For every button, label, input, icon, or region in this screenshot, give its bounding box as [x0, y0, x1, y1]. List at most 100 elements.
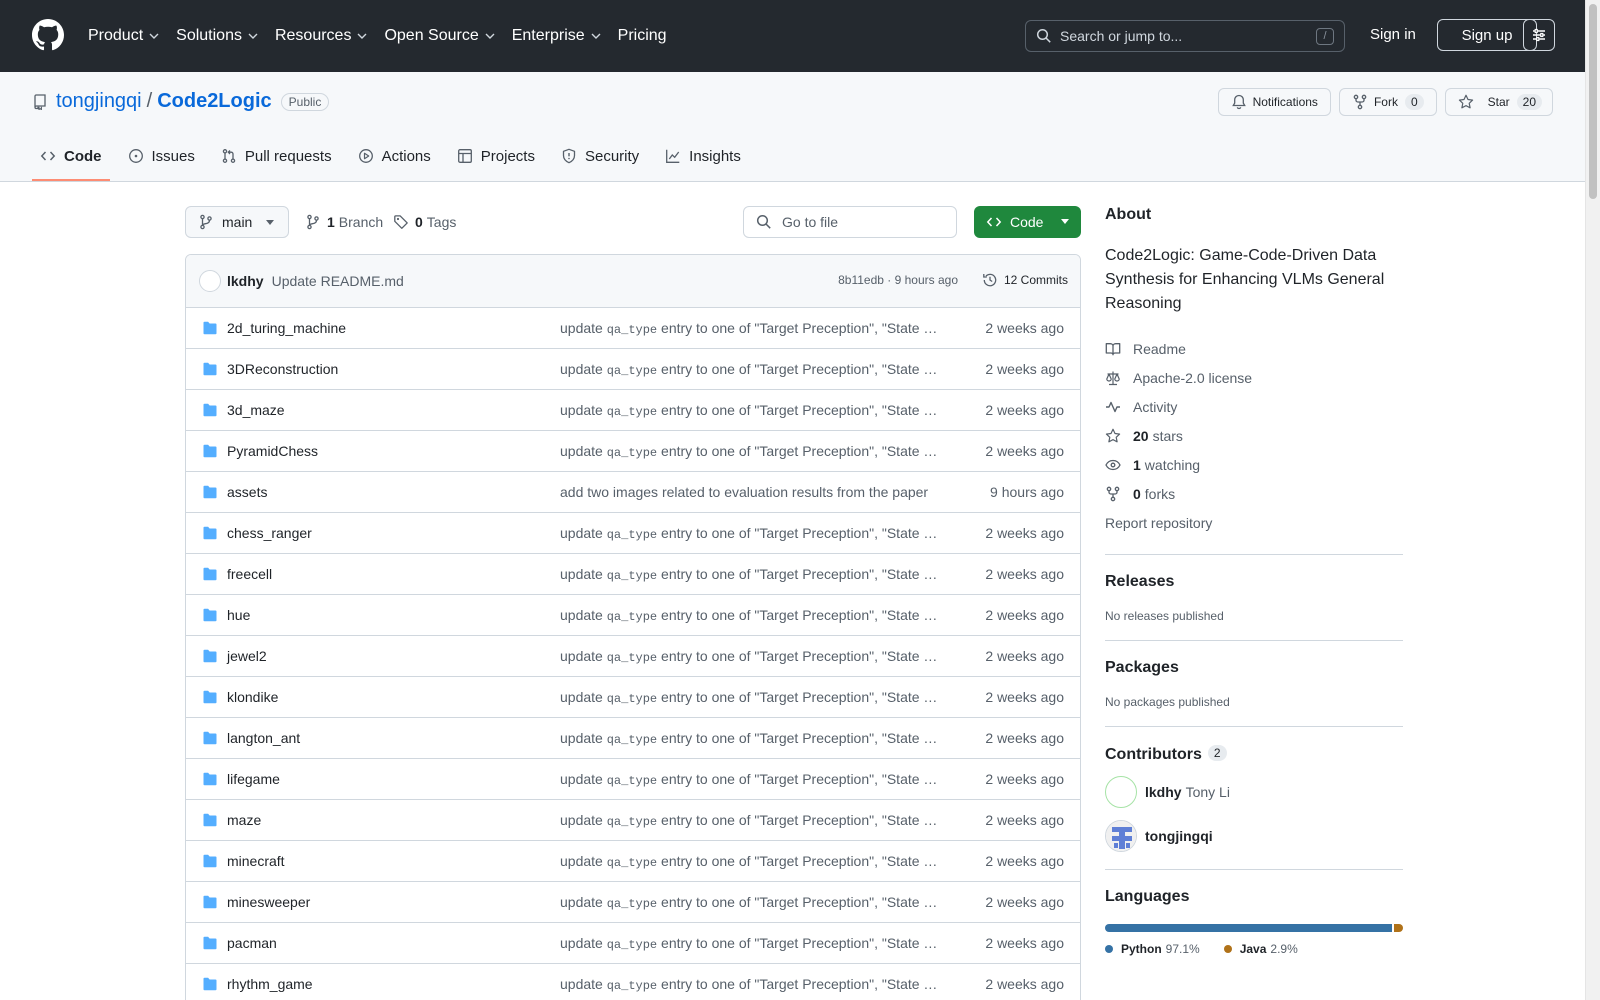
- file-commit-message[interactable]: add two images related to evaluation res…: [560, 484, 940, 501]
- file-row[interactable]: jewel2 update qa_type entry to one of "Ta…: [186, 636, 1080, 677]
- file-row[interactable]: chess_ranger update qa_type entry to one …: [186, 513, 1080, 554]
- file-name-link[interactable]: 3d_maze: [227, 402, 285, 418]
- file-row[interactable]: 2d_turing_machine update qa_type entry to…: [186, 308, 1080, 349]
- nav-enterprise[interactable]: Enterprise: [512, 27, 602, 45]
- file-commit-message[interactable]: update qa_type entry to one of "Target P…: [560, 976, 940, 993]
- nav-open-source[interactable]: Open Source: [384, 27, 495, 45]
- file-row[interactable]: lifegame update qa_type entry to one of "…: [186, 759, 1080, 800]
- file-name-link[interactable]: hue: [227, 607, 250, 623]
- avatar[interactable]: [199, 270, 221, 292]
- language-item[interactable]: Python 97.1%: [1105, 942, 1200, 956]
- file-name-link[interactable]: minecraft: [227, 853, 285, 869]
- tags-link[interactable]: 0 Tags: [393, 214, 456, 230]
- file-name-link[interactable]: 3DReconstruction: [227, 361, 338, 377]
- file-name-link[interactable]: minesweeper: [227, 894, 310, 910]
- file-row[interactable]: pacman update qa_type entry to one of "Ta…: [186, 923, 1080, 964]
- tab-pull-requests[interactable]: Pull requests: [213, 132, 340, 180]
- file-row[interactable]: minesweeper update qa_type entry to one o…: [186, 882, 1080, 923]
- file-row[interactable]: hue update qa_type entry to one of "Targe…: [186, 595, 1080, 636]
- contributors-heading[interactable]: Contributors 2: [1105, 745, 1403, 764]
- contributor-item[interactable]: tongjingqi: [1105, 820, 1403, 852]
- tab-code[interactable]: Code: [32, 132, 110, 181]
- tab-insights[interactable]: Insights: [657, 132, 749, 180]
- repo-owner-link[interactable]: tongjingqi: [56, 90, 142, 113]
- branches-link[interactable]: 1 Branch: [305, 214, 383, 230]
- branch-selector[interactable]: main: [185, 206, 289, 238]
- contributor-item[interactable]: lkdhy Tony Li: [1105, 776, 1403, 808]
- file-row[interactable]: rhythm_game update qa_type entry to one o…: [186, 964, 1080, 1000]
- file-commit-message[interactable]: update qa_type entry to one of "Target P…: [560, 853, 940, 870]
- file-name-link[interactable]: pacman: [227, 935, 277, 951]
- activity-link[interactable]: Activity: [1105, 392, 1403, 421]
- file-commit-message[interactable]: update qa_type entry to one of "Target P…: [560, 771, 940, 788]
- nav-resources[interactable]: Resources: [275, 27, 368, 45]
- file-commit-message[interactable]: update qa_type entry to one of "Target P…: [560, 730, 940, 747]
- signup-button[interactable]: Sign up: [1437, 19, 1537, 51]
- license-link[interactable]: Apache-2.0 license: [1105, 363, 1403, 392]
- star-button[interactable]: Star 20: [1444, 88, 1553, 116]
- commit-message-link[interactable]: Update README.md: [272, 273, 404, 289]
- packages-heading[interactable]: Packages: [1105, 659, 1403, 677]
- readme-link[interactable]: Readme: [1105, 334, 1403, 363]
- tab-issues[interactable]: Issues: [120, 132, 203, 180]
- file-name-link[interactable]: klondike: [227, 689, 278, 705]
- file-commit-message[interactable]: update qa_type entry to one of "Target P…: [560, 648, 940, 665]
- repo-name-link[interactable]: Code2Logic: [157, 90, 271, 113]
- file-commit-message[interactable]: update qa_type entry to one of "Target P…: [560, 525, 940, 542]
- file-name-link[interactable]: assets: [227, 484, 267, 500]
- file-row[interactable]: minecraft update qa_type entry to one of …: [186, 841, 1080, 882]
- forks-link[interactable]: 0 forks: [1105, 479, 1403, 508]
- file-commit-message[interactable]: update qa_type entry to one of "Target P…: [560, 935, 940, 952]
- file-name-link[interactable]: langton_ant: [227, 730, 300, 746]
- file-name-link[interactable]: jewel2: [227, 648, 267, 664]
- file-commit-message[interactable]: update qa_type entry to one of "Target P…: [560, 812, 940, 829]
- github-logo-icon[interactable]: [32, 19, 64, 51]
- fork-button[interactable]: Fork 0: [1338, 88, 1437, 116]
- file-row[interactable]: freecell update qa_type entry to one of "…: [186, 554, 1080, 595]
- stars-link[interactable]: 20 stars: [1105, 421, 1403, 450]
- file-row[interactable]: klondike update qa_type entry to one of "…: [186, 677, 1080, 718]
- code-dropdown-button[interactable]: Code: [974, 206, 1081, 238]
- file-name-link[interactable]: chess_ranger: [227, 525, 312, 541]
- nav-solutions[interactable]: Solutions: [176, 27, 259, 45]
- commits-link[interactable]: 12 Commits: [982, 272, 1068, 288]
- file-row[interactable]: assets add two images related to evaluati…: [186, 472, 1080, 513]
- commit-hash-time[interactable]: 8b11edb · 9 hours ago: [838, 273, 958, 287]
- watchers-link[interactable]: 1 watching: [1105, 450, 1403, 479]
- file-name-link[interactable]: 2d_turing_machine: [227, 320, 346, 336]
- file-commit-message[interactable]: update qa_type entry to one of "Target P…: [560, 607, 940, 624]
- signin-link[interactable]: Sign in: [1370, 26, 1416, 43]
- file-commit-message[interactable]: update qa_type entry to one of "Target P…: [560, 894, 940, 911]
- file-name-link[interactable]: maze: [227, 812, 261, 828]
- file-commit-message[interactable]: update qa_type entry to one of "Target P…: [560, 443, 940, 460]
- releases-heading[interactable]: Releases: [1105, 573, 1403, 591]
- tab-actions[interactable]: Actions: [350, 132, 439, 180]
- file-commit-message[interactable]: update qa_type entry to one of "Target P…: [560, 320, 940, 337]
- nav-product[interactable]: Product: [88, 27, 160, 45]
- nav-pricing[interactable]: Pricing: [618, 27, 667, 45]
- file-commit-message[interactable]: update qa_type entry to one of "Target P…: [560, 566, 940, 583]
- file-name-link[interactable]: rhythm_game: [227, 976, 313, 992]
- site-menu-button[interactable]: [1523, 19, 1555, 51]
- file-row[interactable]: maze update qa_type entry to one of "Targ…: [186, 800, 1080, 841]
- file-name-link[interactable]: PyramidChess: [227, 443, 318, 459]
- go-to-file-input[interactable]: Go to file: [743, 206, 957, 238]
- file-name-link[interactable]: lifegame: [227, 771, 280, 787]
- file-row[interactable]: langton_ant update qa_type entry to one o…: [186, 718, 1080, 759]
- file-row[interactable]: 3DReconstruction update qa_type entry to …: [186, 349, 1080, 390]
- report-repository-link[interactable]: Report repository: [1105, 508, 1403, 537]
- file-name-link[interactable]: freecell: [227, 566, 272, 582]
- file-commit-message[interactable]: update qa_type entry to one of "Target P…: [560, 689, 940, 706]
- file-commit-message[interactable]: update qa_type entry to one of "Target P…: [560, 361, 940, 378]
- global-search-input[interactable]: Search or jump to... /: [1025, 20, 1345, 52]
- file-row[interactable]: PyramidChess update qa_type entry to one …: [186, 431, 1080, 472]
- notifications-button[interactable]: Notifications: [1217, 88, 1331, 116]
- page-scrollbar[interactable]: [1585, 0, 1600, 1000]
- tab-projects[interactable]: Projects: [449, 132, 543, 180]
- tab-security[interactable]: Security: [553, 132, 647, 180]
- language-item[interactable]: Java 2.9%: [1223, 942, 1298, 956]
- scrollbar-thumb[interactable]: [1589, 4, 1597, 199]
- file-commit-message[interactable]: update qa_type entry to one of "Target P…: [560, 402, 940, 419]
- commit-author-link[interactable]: lkdhy: [227, 273, 264, 289]
- file-row[interactable]: 3d_maze update qa_type entry to one of "T…: [186, 390, 1080, 431]
